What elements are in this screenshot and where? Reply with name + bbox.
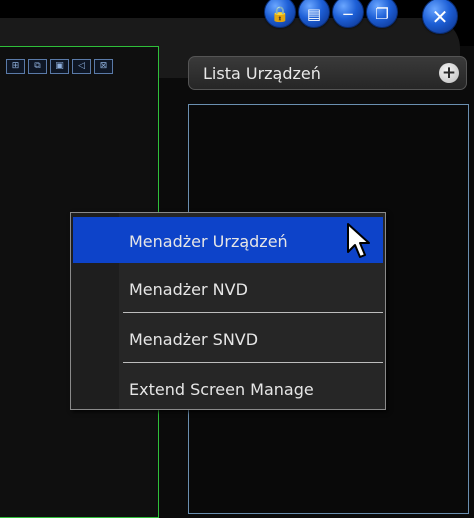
add-device-icon[interactable]: + [439, 63, 459, 83]
menu-item-label: Menadżer SNVD [129, 330, 259, 349]
device-list-title: Lista Urządzeń [203, 64, 321, 83]
menu-item-nvd-manager[interactable]: Menadżer NVD [73, 265, 383, 311]
record-icon[interactable]: ▣ [50, 59, 69, 74]
menu-separator [123, 362, 383, 363]
context-menu: Menadżer Urządzeń Menadżer NVD Menadżer … [70, 212, 386, 410]
menu-item-device-manager[interactable]: Menadżer Urządzeń [73, 217, 383, 263]
mouse-pointer-icon [347, 223, 370, 258]
layout-icon[interactable]: ⊞ [6, 59, 25, 74]
snapshot-icon[interactable]: ⧉ [28, 59, 47, 74]
menu-item-label: Extend Screen Manage [129, 380, 314, 399]
menu-item-label: Menadżer Urządzeń [129, 232, 288, 251]
close-view-icon[interactable]: ⊠ [94, 59, 113, 74]
audio-icon[interactable]: ◁ [72, 59, 91, 74]
menu-separator [123, 312, 383, 313]
menu-item-extend-screen-manage[interactable]: Extend Screen Manage [73, 365, 383, 411]
video-toolbar: ⊞ ⧉ ▣ ◁ ⊠ [6, 59, 113, 74]
menu-item-label: Menadżer NVD [129, 280, 248, 299]
device-list-header[interactable]: Lista Urządzeń + [188, 56, 467, 90]
menu-item-snvd-manager[interactable]: Menadżer SNVD [73, 315, 383, 361]
